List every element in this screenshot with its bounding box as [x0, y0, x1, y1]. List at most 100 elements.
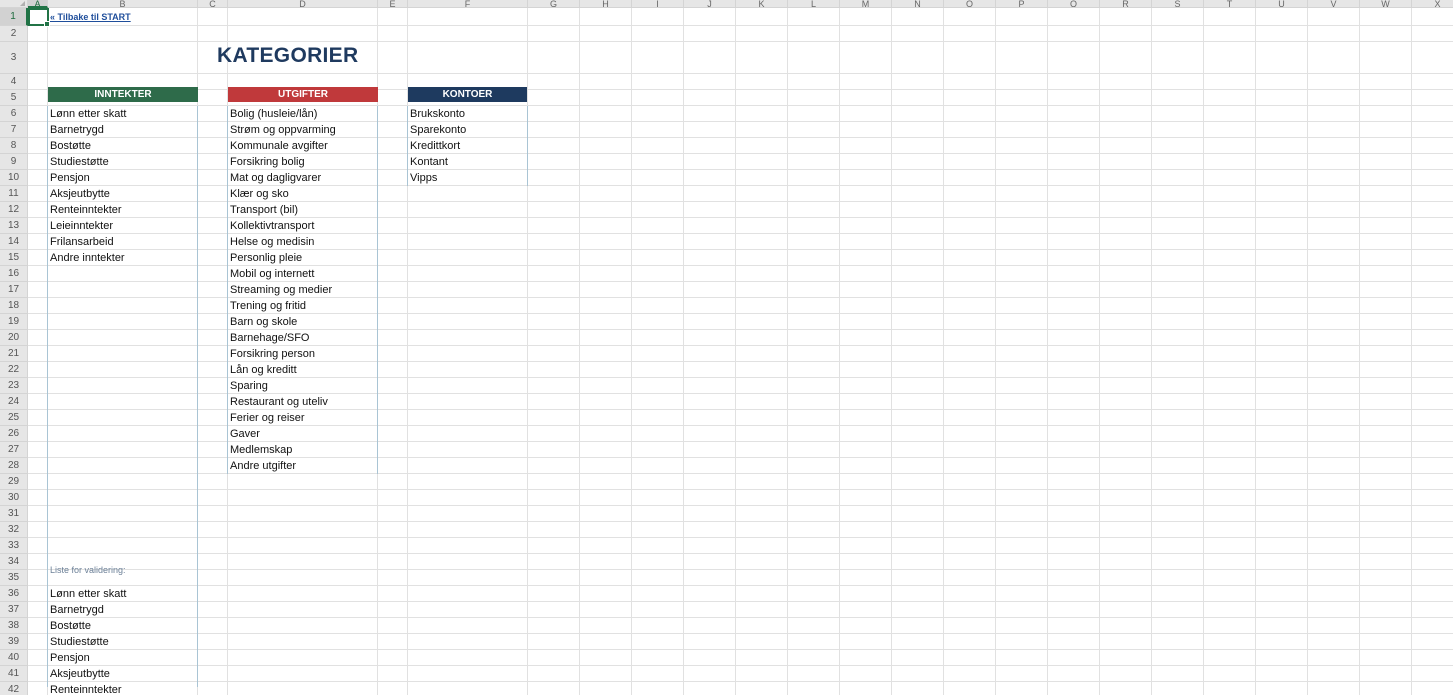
validation-item[interactable]: Bostøtte — [48, 618, 198, 634]
row-header-10[interactable]: 10 — [0, 170, 28, 186]
row-header-25[interactable]: 25 — [0, 410, 28, 426]
row-header-8[interactable]: 8 — [0, 138, 28, 154]
fill-handle[interactable] — [44, 21, 50, 27]
row-header-29[interactable]: 29 — [0, 474, 28, 490]
back-to-start-link[interactable]: « Tilbake til START — [50, 9, 131, 25]
column-header-u[interactable]: U — [1256, 0, 1308, 8]
row-header-12[interactable]: 12 — [0, 202, 28, 218]
expense-item[interactable]: Helse og medisin — [228, 234, 378, 250]
validation-item[interactable]: Studiestøtte — [48, 634, 198, 650]
row-header-9[interactable]: 9 — [0, 154, 28, 170]
row-header-39[interactable]: 39 — [0, 634, 28, 650]
row-header-11[interactable]: 11 — [0, 186, 28, 202]
row-header-23[interactable]: 23 — [0, 378, 28, 394]
expense-item[interactable]: Lån og kreditt — [228, 362, 378, 378]
column-header-b[interactable]: B — [48, 0, 198, 8]
expense-item[interactable]: Klær og sko — [228, 186, 378, 202]
income-item[interactable]: Andre inntekter — [48, 250, 198, 266]
account-item[interactable]: Kredittkort — [408, 138, 528, 154]
expense-item[interactable]: Kollektivtransport — [228, 218, 378, 234]
expense-item[interactable]: Forsikring person — [228, 346, 378, 362]
row-header-6[interactable]: 6 — [0, 106, 28, 122]
expense-item[interactable]: Ferier og reiser — [228, 410, 378, 426]
validation-item[interactable]: Barnetrygd — [48, 602, 198, 618]
row-header-16[interactable]: 16 — [0, 266, 28, 282]
row-header-15[interactable]: 15 — [0, 250, 28, 266]
expense-item[interactable]: Forsikring bolig — [228, 154, 378, 170]
column-header-w[interactable]: W — [1360, 0, 1412, 8]
column-header-o[interactable]: O — [944, 0, 996, 8]
spreadsheet-grid[interactable]: ABCDEFGHIJKLMNOPQRSTUVWX 1 2 3 4 5 6 7 8 9 10 11 12… — [0, 0, 1453, 695]
income-item[interactable]: Aksjeutbytte — [48, 186, 198, 202]
expense-item[interactable]: Restaurant og uteliv — [228, 394, 378, 410]
row-header-21[interactable]: 21 — [0, 346, 28, 362]
column-header-n[interactable]: N — [892, 0, 944, 8]
expense-item[interactable]: Barnehage/SFO — [228, 330, 378, 346]
column-header-l[interactable]: L — [788, 0, 840, 8]
column-header-d[interactable]: D — [228, 0, 378, 8]
validation-item[interactable]: Pensjon — [48, 650, 198, 666]
account-item[interactable]: Vipps — [408, 170, 528, 186]
expense-item[interactable]: Gaver — [228, 426, 378, 442]
column-header-q[interactable]: Q — [1048, 0, 1100, 8]
column-header-v[interactable]: V — [1308, 0, 1360, 8]
income-item[interactable]: Lønn etter skatt — [48, 106, 198, 122]
expense-item[interactable]: Streaming og medier — [228, 282, 378, 298]
row-header-27[interactable]: 27 — [0, 442, 28, 458]
expense-item[interactable]: Mat og dagligvarer — [228, 170, 378, 186]
account-item[interactable]: Kontant — [408, 154, 528, 170]
column-header-t[interactable]: T — [1204, 0, 1256, 8]
row-header-26[interactable]: 26 — [0, 426, 28, 442]
column-header-p[interactable]: P — [996, 0, 1048, 8]
income-item[interactable]: Pensjon — [48, 170, 198, 186]
row-header-19[interactable]: 19 — [0, 314, 28, 330]
row-header-14[interactable]: 14 — [0, 234, 28, 250]
column-header-a[interactable]: A — [28, 0, 48, 8]
expense-item[interactable]: Andre utgifter — [228, 458, 378, 474]
column-header-x[interactable]: X — [1412, 0, 1453, 8]
row-header-17[interactable]: 17 — [0, 282, 28, 298]
select-all-corner[interactable] — [0, 0, 28, 8]
expense-item[interactable]: Trening og fritid — [228, 298, 378, 314]
expense-item[interactable]: Strøm og oppvarming — [228, 122, 378, 138]
expense-item[interactable]: Sparing — [228, 378, 378, 394]
row-header-32[interactable]: 32 — [0, 522, 28, 538]
row-header-22[interactable]: 22 — [0, 362, 28, 378]
row-header-35[interactable]: 35 — [0, 570, 28, 586]
row-header-36[interactable]: 36 — [0, 586, 28, 602]
row-header-3[interactable]: 3 — [0, 42, 28, 74]
row-header-4[interactable]: 4 — [0, 74, 28, 90]
validation-item[interactable]: Renteinntekter — [48, 682, 198, 695]
expense-item[interactable]: Kommunale avgifter — [228, 138, 378, 154]
row-header-13[interactable]: 13 — [0, 218, 28, 234]
column-header-r[interactable]: R — [1100, 0, 1152, 8]
column-header-j[interactable]: J — [684, 0, 736, 8]
column-header-c[interactable]: C — [198, 0, 228, 8]
row-header-2[interactable]: 2 — [0, 26, 28, 42]
income-item[interactable]: Studiestøtte — [48, 154, 198, 170]
row-header-28[interactable]: 28 — [0, 458, 28, 474]
row-header-40[interactable]: 40 — [0, 650, 28, 666]
row-header-5[interactable]: 5 — [0, 90, 28, 106]
expense-item[interactable]: Bolig (husleie/lån) — [228, 106, 378, 122]
column-header-h[interactable]: H — [580, 0, 632, 8]
expense-item[interactable]: Personlig pleie — [228, 250, 378, 266]
column-header-i[interactable]: I — [632, 0, 684, 8]
account-item[interactable]: Brukskonto — [408, 106, 528, 122]
column-header-g[interactable]: G — [528, 0, 580, 8]
income-item[interactable]: Renteinntekter — [48, 202, 198, 218]
row-header-1[interactable]: 1 — [0, 8, 28, 26]
income-item[interactable]: Bostøtte — [48, 138, 198, 154]
income-item[interactable]: Frilansarbeid — [48, 234, 198, 250]
row-header-38[interactable]: 38 — [0, 618, 28, 634]
row-header-34[interactable]: 34 — [0, 554, 28, 570]
row-header-30[interactable]: 30 — [0, 490, 28, 506]
row-header-7[interactable]: 7 — [0, 122, 28, 138]
expense-item[interactable]: Transport (bil) — [228, 202, 378, 218]
row-header-20[interactable]: 20 — [0, 330, 28, 346]
row-header-24[interactable]: 24 — [0, 394, 28, 410]
row-header-37[interactable]: 37 — [0, 602, 28, 618]
row-header-42[interactable]: 42 — [0, 682, 28, 695]
expense-item[interactable]: Mobil og internett — [228, 266, 378, 282]
column-header-s[interactable]: S — [1152, 0, 1204, 8]
